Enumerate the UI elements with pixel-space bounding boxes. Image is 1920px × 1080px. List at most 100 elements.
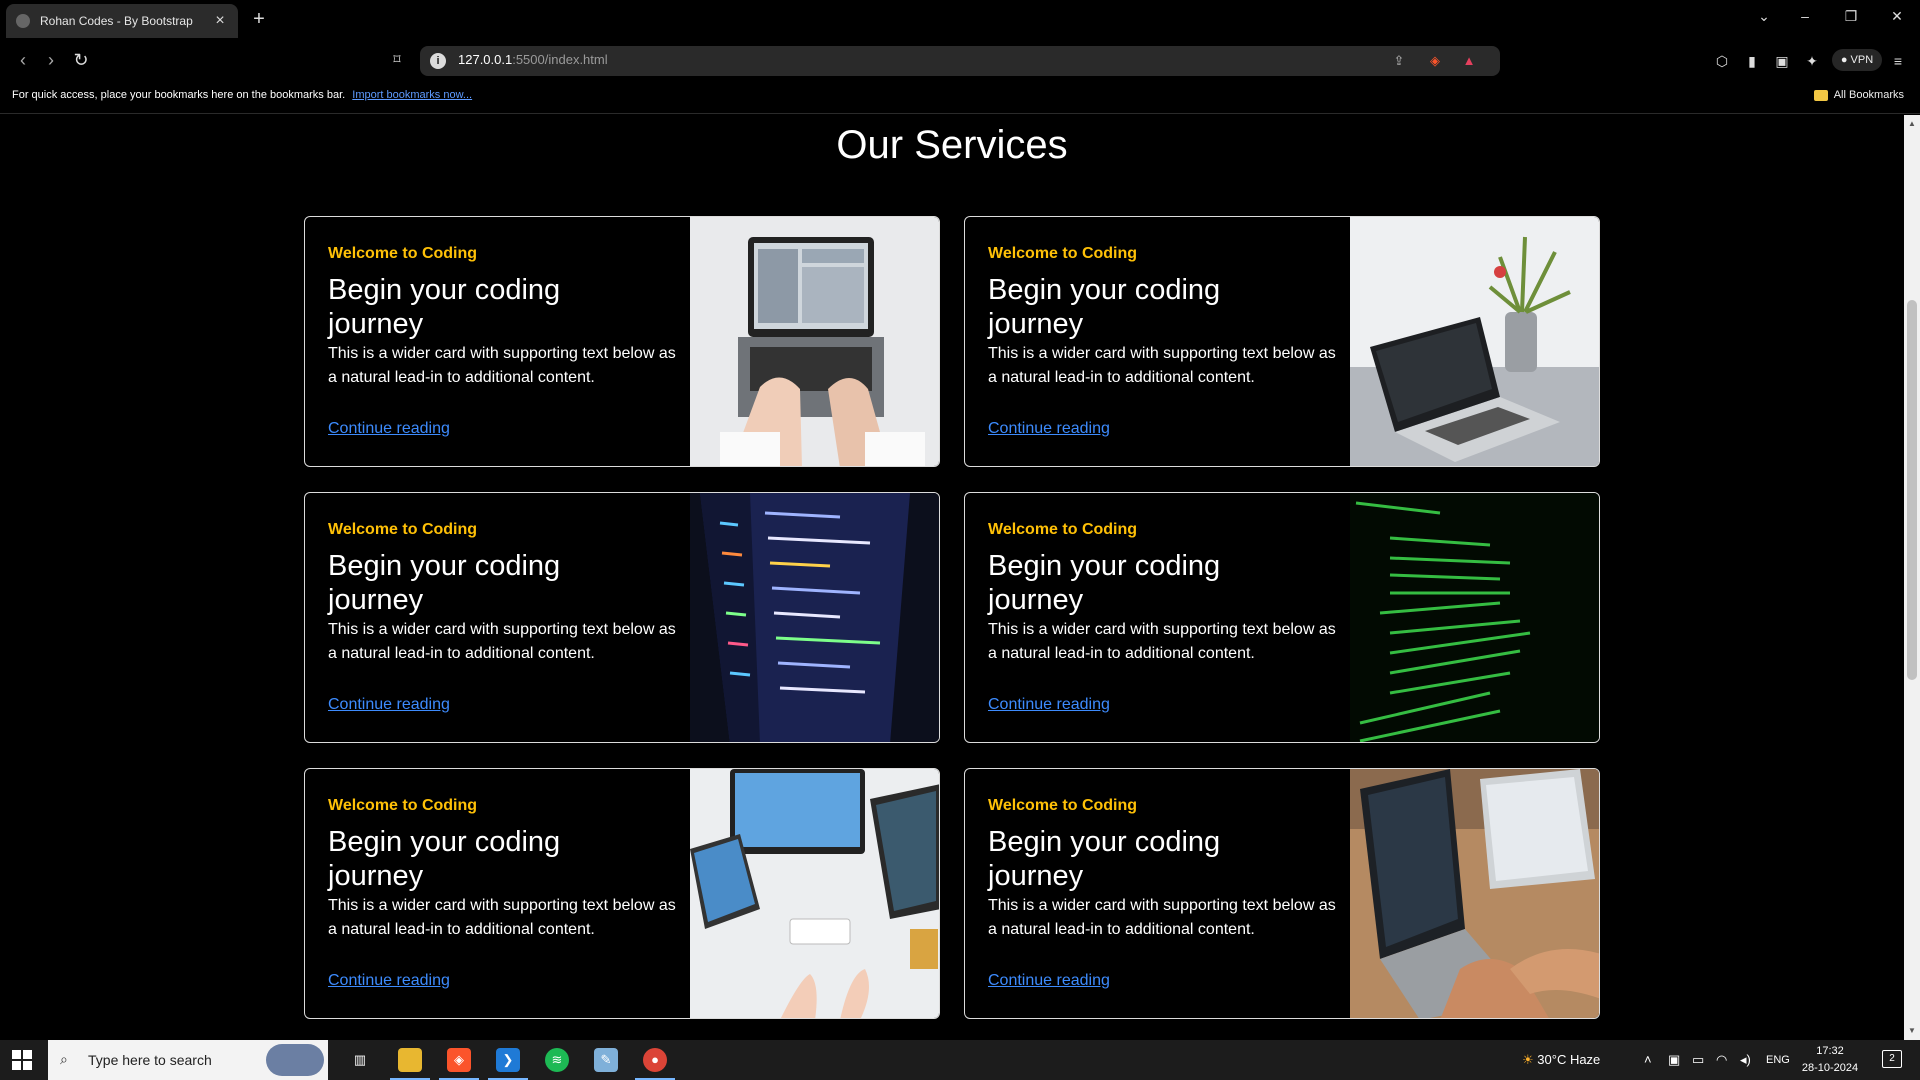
leo-ai-icon[interactable]: ✦ (1802, 51, 1822, 71)
windows-taskbar: ⌕ Type here to search ▥ ◈ ❯ ≋ ✎ ● ☀ 30°C… (0, 1040, 1920, 1080)
address-bar[interactable]: i 127.0.0.1:5500/index.html ⇪ ◈ ▲ (420, 46, 1500, 76)
card-image-code-screen (690, 493, 939, 742)
card-eyebrow: Welcome to Coding (988, 245, 1138, 262)
card-title: Begin your coding journey (988, 274, 1221, 340)
chrome-icon[interactable]: ● (635, 1048, 675, 1080)
back-button[interactable]: ‹ (12, 49, 34, 71)
volume-icon[interactable]: ◂) (1740, 1052, 1751, 1068)
continue-reading-link[interactable]: Continue reading (328, 420, 450, 438)
card-title: Begin your coding journey (988, 550, 1221, 616)
continue-reading-link[interactable]: Continue reading (988, 420, 1110, 438)
site-info-icon[interactable]: i (430, 53, 446, 69)
scroll-down-arrow-icon[interactable]: ▼ (1904, 1024, 1920, 1038)
tab-search-chevron-icon[interactable]: ⌄ (1754, 8, 1774, 25)
card-text: This is a wider card with supporting tex… (988, 897, 1336, 938)
card-eyebrow: Welcome to Coding (988, 797, 1138, 814)
card-title: Begin your coding journey (988, 826, 1221, 892)
spotify-icon[interactable]: ≋ (545, 1048, 569, 1072)
card-text: This is a wider card with supporting tex… (328, 897, 676, 938)
browser-tab[interactable]: Rohan Codes - By Bootstrap × (6, 4, 238, 38)
file-explorer-icon[interactable] (390, 1048, 430, 1080)
tab-bar: Rohan Codes - By Bootstrap × + ⌄ – ❐ ✕ (0, 0, 1920, 40)
task-view-icon[interactable]: ▥ (348, 1048, 372, 1072)
notifications-icon[interactable]: 2 (1882, 1050, 1902, 1068)
card-image-desk-setup (690, 769, 939, 1018)
weather-text: 30°C Haze (1537, 1052, 1601, 1067)
minimize-button[interactable]: – (1795, 8, 1815, 24)
sidebar-icon[interactable]: ▮ (1742, 51, 1762, 71)
bookmarks-hint-text: For quick access, place your bookmarks h… (12, 89, 346, 101)
page-scrollbar[interactable]: ▲ ▼ (1904, 115, 1920, 1040)
clock[interactable]: 17:32 28-10-2024 (1800, 1043, 1860, 1077)
scroll-up-arrow-icon[interactable]: ▲ (1904, 117, 1920, 131)
share-icon[interactable]: ⇪ (1390, 52, 1408, 70)
vpn-button[interactable]: ● VPN (1832, 49, 1882, 71)
brave-rewards-icon[interactable]: ▲ (1460, 52, 1478, 70)
wifi-icon[interactable]: ◠ (1716, 1052, 1727, 1068)
new-tab-button[interactable]: + (248, 8, 270, 31)
folder-icon (1813, 89, 1828, 101)
meet-now-icon[interactable]: ▣ (1668, 1052, 1680, 1068)
clock-time: 17:32 (1816, 1045, 1844, 1057)
service-card: Welcome to Coding Begin your coding jour… (964, 492, 1600, 743)
close-tab-icon[interactable]: × (212, 12, 228, 30)
notification-count: 2 (1889, 1053, 1895, 1064)
all-bookmarks-label: All Bookmarks (1833, 89, 1904, 101)
page-viewport: Our Services Welcome to Coding Begin you… (0, 115, 1904, 1040)
scroll-thumb[interactable] (1907, 300, 1917, 680)
card-title: Begin your coding journey (328, 826, 561, 892)
clock-date: 28-10-2024 (1801, 1062, 1859, 1074)
menu-icon[interactable]: ≡ (1888, 51, 1908, 71)
card-image-green-code (1350, 493, 1599, 742)
card-eyebrow: Welcome to Coding (988, 521, 1138, 538)
show-hidden-icons-chevron-icon[interactable]: ˄ (1644, 1052, 1652, 1067)
wallet-icon[interactable]: ▣ (1772, 51, 1792, 71)
service-card: Welcome to Coding Begin your coding jour… (964, 216, 1600, 467)
card-text: This is a wider card with supporting tex… (988, 621, 1336, 662)
brave-browser-icon[interactable]: ◈ (439, 1048, 479, 1080)
tab-title: Rohan Codes - By Bootstrap (40, 14, 193, 28)
taskbar-search-box[interactable]: ⌕ Type here to search (48, 1040, 328, 1080)
continue-reading-link[interactable]: Continue reading (988, 696, 1110, 714)
vscode-icon[interactable]: ❯ (488, 1048, 528, 1080)
search-highlight-image (266, 1044, 324, 1076)
card-image-laptop-typing (690, 217, 939, 466)
notepad-icon[interactable]: ✎ (594, 1048, 618, 1072)
restore-button[interactable]: ❐ (1841, 8, 1861, 25)
service-card: Welcome to Coding Begin your coding jour… (304, 768, 940, 1019)
continue-reading-link[interactable]: Continue reading (328, 696, 450, 714)
card-text: This is a wider card with supporting tex… (988, 345, 1336, 386)
forward-button[interactable]: › (40, 49, 62, 71)
card-title: Begin your coding journey (328, 274, 561, 340)
card-eyebrow: Welcome to Coding (328, 245, 478, 262)
weather-widget[interactable]: ☀ 30°C Haze (1522, 1052, 1600, 1068)
card-eyebrow: Welcome to Coding (328, 521, 478, 538)
search-icon: ⌕ (60, 1051, 68, 1067)
language-indicator[interactable]: ENG (1766, 1054, 1790, 1066)
brave-shields-icon[interactable]: ◈ (1426, 52, 1444, 70)
card-image-two-laptops (1350, 769, 1599, 1018)
card-title: Begin your coding journey (328, 550, 561, 616)
card-text: This is a wider card with supporting tex… (328, 345, 676, 386)
service-card: Welcome to Coding Begin your coding jour… (964, 768, 1600, 1019)
service-card: Welcome to Coding Begin your coding jour… (304, 216, 940, 467)
continue-reading-link[interactable]: Continue reading (328, 972, 450, 990)
url-text[interactable]: 127.0.0.1:5500/index.html (458, 52, 608, 67)
bookmarks-bar: For quick access, place your bookmarks h… (0, 80, 1920, 114)
close-window-button[interactable]: ✕ (1887, 8, 1907, 25)
service-card: Welcome to Coding Begin your coding jour… (304, 492, 940, 743)
search-placeholder: Type here to search (88, 1052, 212, 1068)
haze-sun-icon: ☀ (1522, 1052, 1534, 1067)
card-text: This is a wider card with supporting tex… (328, 621, 676, 662)
windows-start-icon[interactable] (12, 1050, 32, 1070)
bookmark-page-icon[interactable]: ⌑ (387, 51, 407, 68)
globe-icon (16, 14, 30, 28)
section-title: Our Services (836, 123, 1068, 167)
reload-button[interactable]: ↻ (70, 49, 92, 71)
continue-reading-link[interactable]: Continue reading (988, 972, 1110, 990)
card-image-laptop-plant (1350, 217, 1599, 466)
import-bookmarks-link[interactable]: Import bookmarks now... (352, 89, 472, 101)
battery-icon[interactable]: ▭ (1692, 1052, 1704, 1068)
extensions-icon[interactable]: ⬡ (1712, 51, 1732, 71)
all-bookmarks-button[interactable]: All Bookmarks (1813, 89, 1904, 101)
